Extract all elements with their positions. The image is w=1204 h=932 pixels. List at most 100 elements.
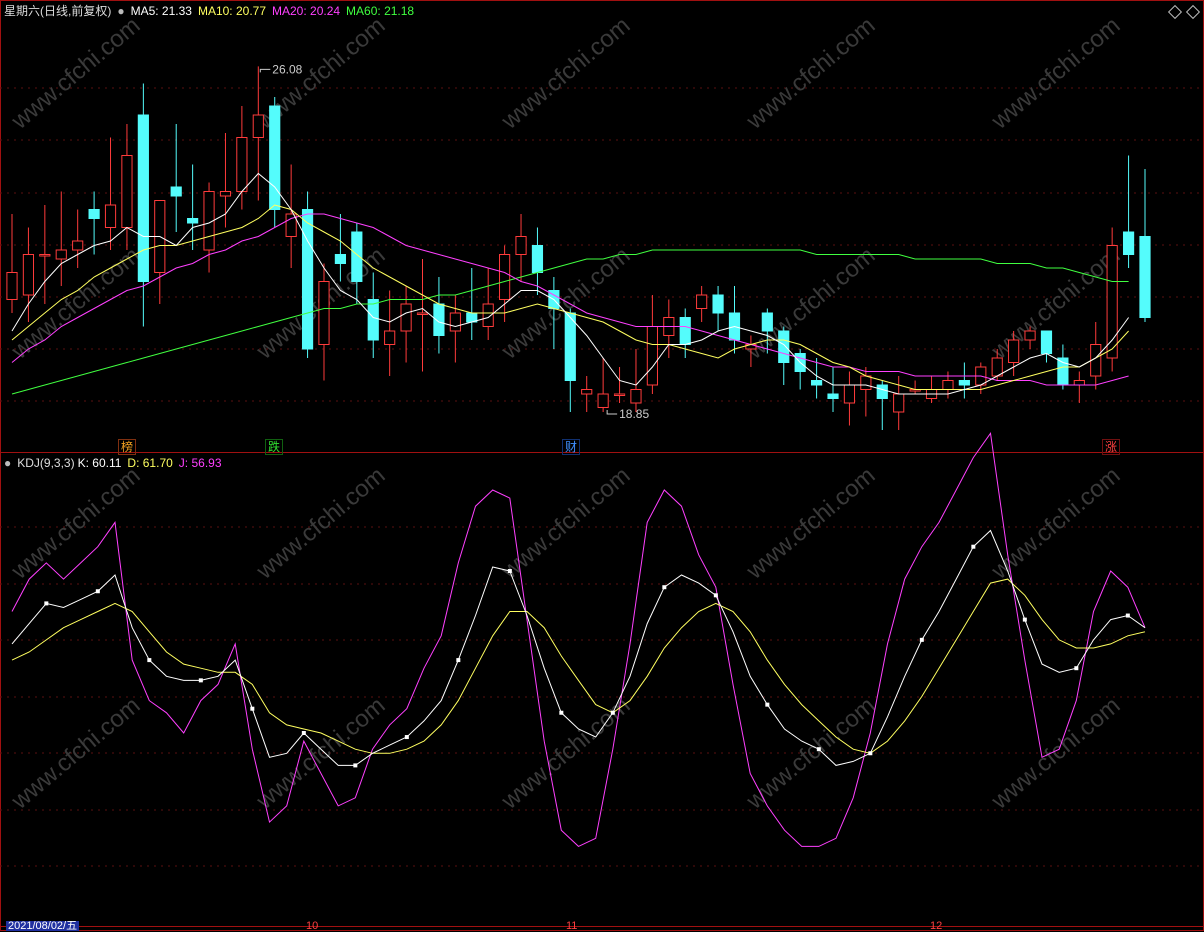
candle-body-up: [400, 303, 412, 332]
candle-body-up: [860, 375, 872, 390]
candle-body-up: [597, 393, 609, 408]
kdj-k-marker: [971, 544, 976, 549]
watermark-text: www.cfchi.com: [6, 462, 146, 585]
candle-body-down: [1139, 236, 1151, 318]
kdj-k-marker: [919, 637, 924, 642]
candle-body-down: [351, 231, 363, 282]
event-badge-die[interactable]: 跌: [265, 439, 284, 455]
candle: [236, 106, 248, 210]
candle-body-up: [613, 393, 626, 396]
candle: [843, 371, 856, 426]
kdj-j-label: J: 56.93: [178, 456, 222, 470]
ma20-label: MA20: 20.24: [272, 4, 341, 18]
candle: [1040, 330, 1053, 363]
kdj-k-marker: [610, 710, 615, 715]
candle-body-down: [1040, 330, 1053, 354]
ma5-label: MA5: 21.33: [130, 4, 192, 18]
candle-body-up: [384, 330, 396, 345]
date-cursor-label: 2021/08/02/五: [6, 920, 80, 932]
watermark-text: www.cfchi.com: [986, 692, 1126, 815]
event-badge-cai[interactable]: 财: [562, 439, 581, 455]
candle-body-up: [991, 357, 1003, 377]
candle-body-down: [269, 105, 281, 210]
candle-body-up: [499, 254, 511, 300]
candle-body-up: [646, 326, 658, 386]
candle: [581, 376, 593, 412]
kdj-k-marker: [147, 658, 152, 663]
header-circle-icon[interactable]: ●: [4, 456, 11, 470]
month-label-11: 11: [566, 920, 578, 932]
candle: [121, 124, 133, 250]
kdj-k-marker: [816, 747, 821, 752]
candle-body-up: [581, 389, 593, 395]
watermark-text: www.cfchi.com: [986, 242, 1126, 365]
candlestick-series: [6, 66, 1151, 430]
candle: [449, 295, 461, 363]
candle: [39, 205, 51, 304]
candle: [515, 214, 527, 282]
candle-body-down: [958, 380, 970, 386]
candle-body-down: [170, 186, 182, 197]
event-badge-bang[interactable]: 榜: [118, 439, 137, 455]
watermark-text: www.cfchi.com: [741, 12, 881, 135]
candle-body-down: [712, 294, 724, 314]
candle-body-down: [564, 312, 576, 381]
watermark-text: www.cfchi.com: [986, 462, 1126, 585]
candle: [416, 259, 429, 372]
candle: [778, 326, 790, 385]
candle: [137, 83, 149, 327]
candle-body-up: [416, 312, 429, 315]
kdj-k-marker: [1125, 613, 1130, 618]
kdj-k-marker: [507, 569, 512, 573]
watermark-text: www.cfchi.com: [741, 462, 881, 585]
candle: [1122, 155, 1135, 268]
candle-body-down: [334, 254, 346, 264]
header-circle-icon[interactable]: ●: [117, 4, 124, 18]
candle: [466, 268, 478, 340]
watermark-text: www.cfchi.com: [251, 692, 391, 815]
candle: [187, 164, 199, 250]
candle: [1139, 169, 1151, 322]
kdj-k-marker: [301, 731, 306, 735]
candle: [6, 214, 18, 313]
candle-body-up: [1073, 380, 1085, 386]
event-badge-zhang[interactable]: 涨: [1102, 439, 1121, 455]
kdj-k-marker: [250, 706, 255, 711]
kdj-header: ● KDJ(9,3,3) K: 60.11 D: 61.70 J: 56.93: [4, 455, 228, 471]
candle: [72, 209, 84, 268]
candle: [499, 245, 511, 322]
candle-body-down: [531, 245, 544, 273]
candle: [696, 286, 708, 322]
candle-body-up: [942, 380, 954, 390]
candle-body-down: [187, 218, 199, 224]
kdj-k-marker: [713, 593, 718, 598]
candle: [1073, 371, 1085, 403]
candle-body-up: [449, 312, 461, 332]
high-price-label: 26.08: [272, 62, 302, 76]
candle: [597, 358, 609, 412]
kdj-k-marker: [456, 658, 461, 663]
watermark-text: www.cfchi.com: [251, 462, 391, 585]
candle: [104, 137, 117, 250]
watermark-text: www.cfchi.com: [496, 12, 636, 135]
candle-body-up: [39, 254, 51, 257]
kdj-name: KDJ(9,3,3): [17, 456, 75, 470]
watermark-text: www.cfchi.com: [496, 462, 636, 585]
candle-body-up: [482, 303, 494, 327]
candle: [958, 362, 970, 399]
kdj-k-marker: [198, 678, 203, 683]
kdj-k-marker: [353, 763, 358, 768]
ma60-label: MA60: 21.18: [346, 4, 415, 18]
candle: [613, 367, 626, 403]
candle-body-down: [876, 384, 888, 399]
candle-body-up: [6, 272, 18, 300]
candle-body-up: [55, 249, 67, 260]
kdj-k-marker: [95, 589, 100, 594]
candle: [827, 367, 839, 412]
candle-body-up: [22, 254, 35, 296]
candle-body-down: [1122, 231, 1135, 255]
candle: [154, 200, 166, 304]
candle: [384, 290, 396, 376]
candle: [22, 227, 35, 322]
watermark-text: www.cfchi.com: [6, 12, 146, 135]
